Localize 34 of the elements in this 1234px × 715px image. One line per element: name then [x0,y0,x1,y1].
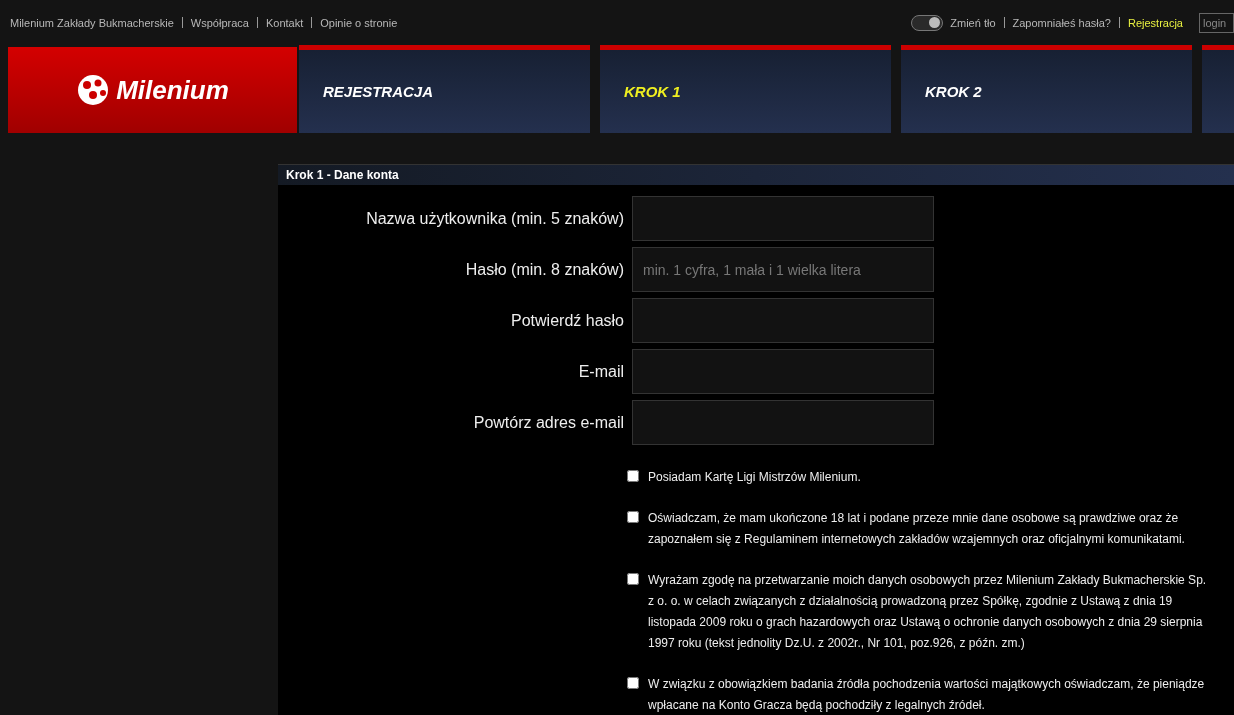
account-link[interactable]: Zapomniałeś hasła? [1012,16,1111,29]
field-label: Potwierdź hasło [510,311,624,330]
checkbox[interactable] [627,511,639,523]
login-field[interactable]: login [1199,12,1234,33]
panel-title: Krok 1 - Dane konta [278,165,1234,185]
top-link[interactable]: Milenium Zakłady Bukmacherskie [10,16,174,29]
input-field[interactable] [632,298,934,343]
checkbox[interactable] [627,677,639,689]
background-switch[interactable] [911,14,944,31]
logo-text: Milenium [116,74,229,106]
account-link[interactable]: Rejestracja [1127,16,1183,29]
checkbox[interactable] [627,470,639,482]
field-label: Powtórz adres e-mail [472,413,624,432]
consent-text: W związku z obowiązkiem badania źródła pochodzenia wartości majątkowych oświadczam, że pieniądze wpłacane na Konto Gracza będą pochodziły z legalnych źródeł. [648,676,1206,714]
input-field[interactable]: min. 1 cyfra, 1 mała i 1 wielka litera [632,247,934,292]
top-link[interactable]: Kontakt [265,16,304,29]
logo[interactable]: Milenium [8,47,297,133]
consent-text: Wyrażam zgodę na przetwarzanie moich danych osobowych przez Milenium Zakłady Bukmacherskie Sp. z o. o. w celach związanych z działalnością prowadzoną przez Spółkę, zgodnie z Ustawą z dnia 19 listopada 2009 roku o grach hazardowych oraz Ustawą o ochronie danych osobowych z dnia 29 sierpnia 1997 roku (tekst jednolity Dz.U. z 2002r., Nr 101, poz.926, z późn. zm.) [648,572,1208,652]
checkbox[interactable] [627,573,639,585]
switch-label[interactable]: Zmień tło [950,16,996,29]
top-link[interactable]: Współpraca [190,16,249,29]
step-tab[interactable]: KROK 1 [600,45,891,133]
step-tab[interactable]: REJESTRACJA [299,45,590,133]
step-tab[interactable]: KROK 2 [901,45,1192,133]
field-label: Nazwa użytkownika (min. 5 znaków) [365,209,624,228]
consent-text: Oświadczam, że mam ukończone 18 lat i podane przeze mnie dane osobowe są prawdziwe oraz że zapoznałem się z Regulaminem internetowych zakładów wzajemnych oraz oficjalnymi komunikatami. [648,510,1186,548]
top-link[interactable]: Opinie o stronie [320,16,398,29]
field-label: Hasło (min. 8 znaków) [464,260,624,279]
ball-icon [76,73,111,107]
input-field[interactable] [632,196,934,241]
consent-text: Posiadam Kartę Ligi Mistrzów Milenium. [648,469,862,486]
input-field[interactable] [632,400,934,445]
input-field[interactable] [632,349,934,394]
field-label: E-mail [577,362,624,381]
